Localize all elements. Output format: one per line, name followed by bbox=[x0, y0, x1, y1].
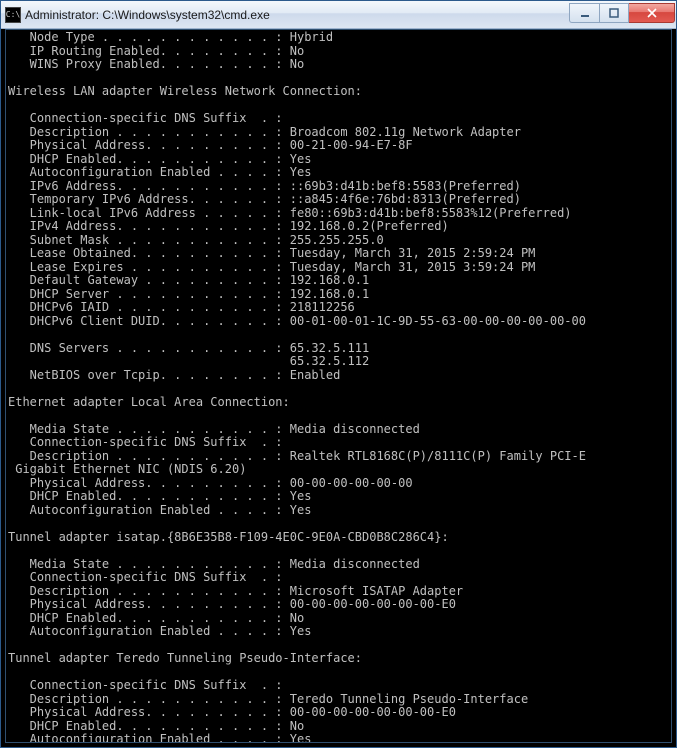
titlebar[interactable]: C:\ Administrator: C:\Windows\system32\c… bbox=[1, 1, 676, 29]
window-controls bbox=[569, 3, 675, 23]
console-output[interactable]: Node Type . . . . . . . . . . . . : Hybr… bbox=[6, 30, 671, 742]
minimize-icon bbox=[579, 8, 591, 18]
maximize-icon bbox=[608, 8, 620, 18]
window-title: Administrator: C:\Windows\system32\cmd.e… bbox=[25, 8, 565, 22]
close-icon bbox=[646, 8, 658, 18]
close-button[interactable] bbox=[629, 3, 675, 23]
minimize-button[interactable] bbox=[569, 3, 599, 23]
cmd-icon: C:\ bbox=[5, 7, 21, 23]
maximize-button[interactable] bbox=[599, 3, 629, 23]
client-area-frame: Node Type . . . . . . . . . . . . : Hybr… bbox=[5, 29, 672, 743]
cmd-window: C:\ Administrator: C:\Windows\system32\c… bbox=[0, 0, 677, 748]
